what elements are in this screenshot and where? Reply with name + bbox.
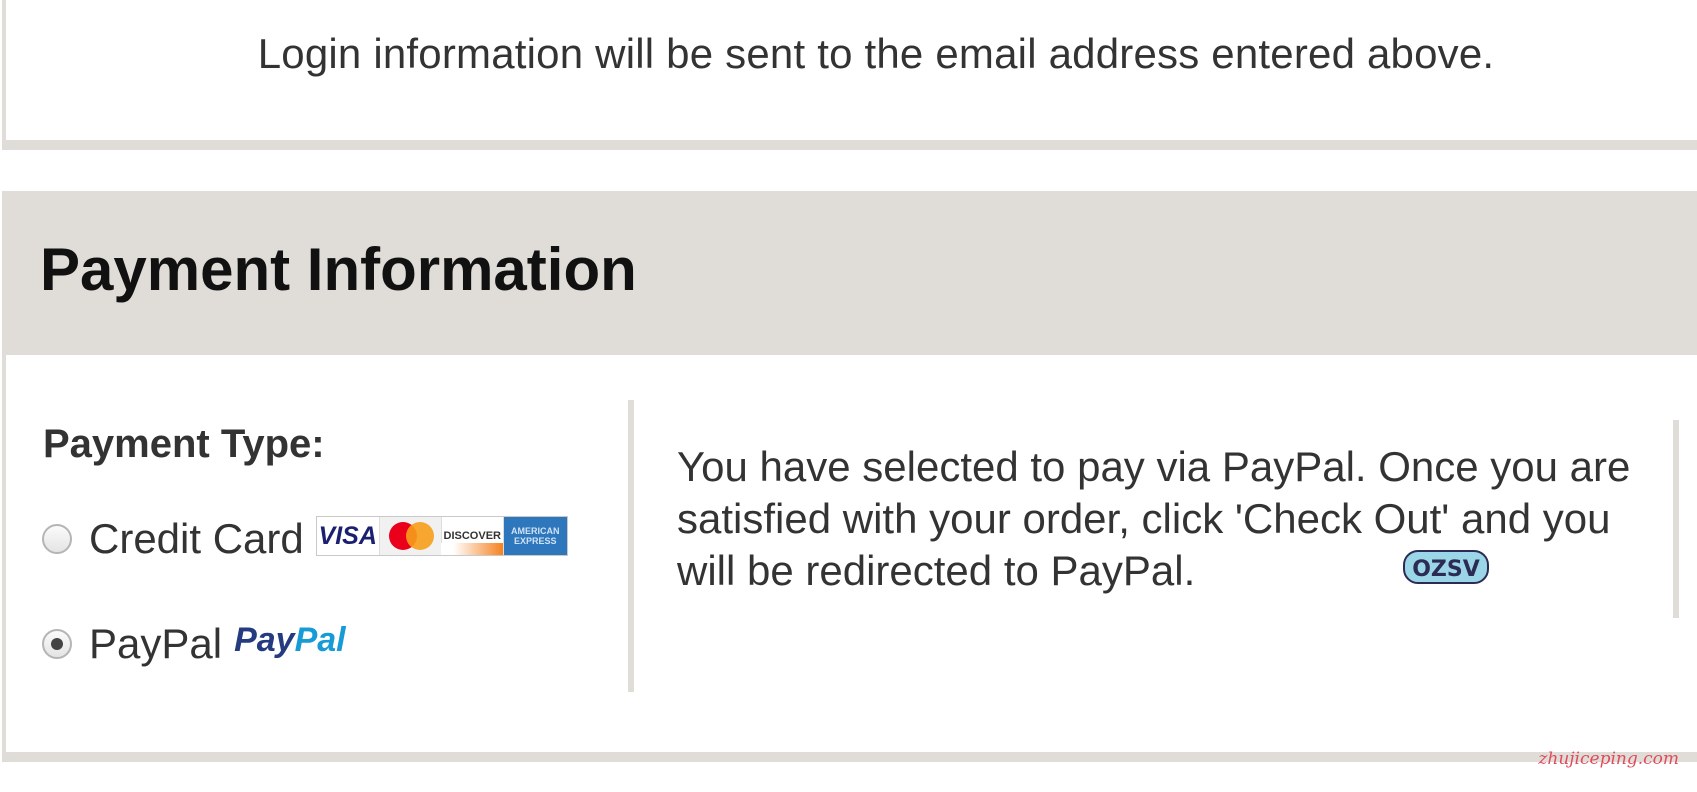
credit-card-radio[interactable] <box>42 524 72 554</box>
watermark-badge: OZSV <box>1403 550 1489 584</box>
discover-logo: DISCOVER <box>440 517 504 555</box>
amex-logo: AMERICAN EXPRESS <box>503 517 567 555</box>
mastercard-logo <box>379 517 442 555</box>
payment-section-header: Payment Information <box>2 191 1697 355</box>
paypal-option[interactable]: PayPal PayPal <box>42 620 346 668</box>
paypal-radio[interactable] <box>42 629 72 659</box>
credit-card-option[interactable]: Credit Card VISA DISCOVER AMERICAN EXPRE… <box>42 515 568 563</box>
credit-card-label[interactable]: Credit Card <box>89 515 304 563</box>
discover-logo-text: DISCOVER <box>443 530 501 542</box>
card-logos: VISA DISCOVER AMERICAN EXPRESS <box>315 516 568 556</box>
login-info-note: Login information will be sent to the em… <box>257 30 1495 77</box>
watermark-badge-text: OZSV <box>1412 557 1480 582</box>
paypal-logo: PayPal <box>234 620 346 659</box>
right-border <box>1673 420 1679 618</box>
site-watermark: zhujiceping.com <box>1538 749 1679 769</box>
paypal-label[interactable]: PayPal <box>89 620 222 668</box>
paypal-message: You have selected to pay via PayPal. Onc… <box>677 443 1631 594</box>
column-divider <box>628 400 634 692</box>
visa-logo: VISA <box>316 517 380 555</box>
payment-type-label: Payment Type: <box>43 422 325 466</box>
section-title: Payment Information <box>40 236 637 303</box>
